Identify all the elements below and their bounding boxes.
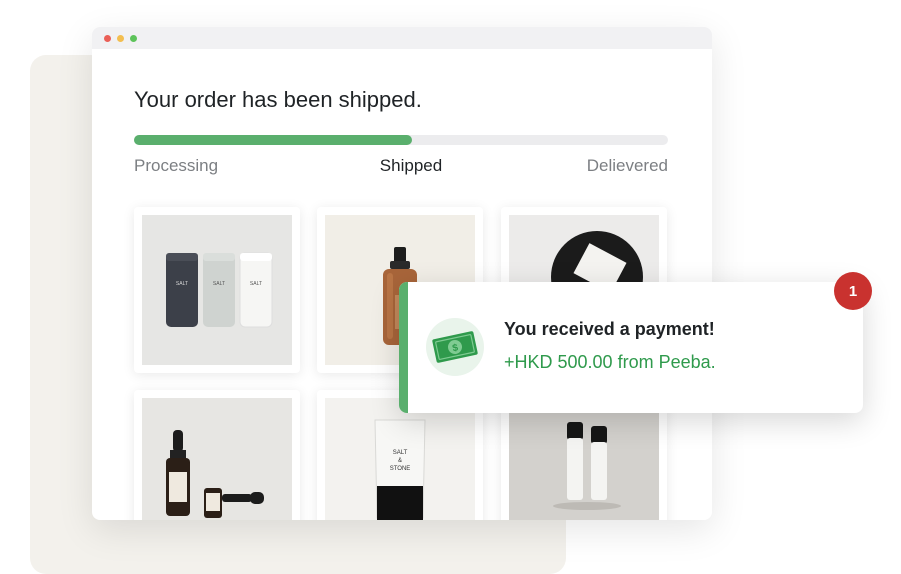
shipping-progress-fill — [134, 135, 412, 145]
payment-notification[interactable]: $ You received a payment! +HKD 500.00 fr… — [399, 282, 863, 413]
notification-title: You received a payment! — [504, 319, 715, 339]
svg-text:SALT: SALT — [250, 281, 262, 287]
product-image-deodorant: SALT SALT SALT — [142, 215, 292, 365]
notification-count-badge: 1 — [834, 272, 872, 310]
step-shipped: Shipped — [379, 156, 443, 175]
step-delivered: Delievered — [586, 156, 668, 175]
svg-text:STONE: STONE — [390, 466, 411, 472]
product-tile-deodorant[interactable]: SALT SALT SALT — [134, 207, 300, 373]
svg-text:SALT: SALT — [393, 450, 408, 456]
step-processing: Processing — [134, 156, 219, 175]
svg-text:&: & — [398, 458, 402, 464]
browser-window: Your order has been shipped. Processing … — [92, 27, 712, 520]
money-icon: $ — [426, 318, 484, 376]
svg-text:SALT: SALT — [176, 281, 188, 287]
shipping-progress-bar — [134, 135, 668, 145]
notification-amount: +HKD 500.00 from Peeba. — [504, 352, 716, 372]
order-status-title: Your order has been shipped. — [134, 87, 422, 112]
minimize-window-dot[interactable] — [117, 34, 124, 42]
svg-text:SALT: SALT — [213, 281, 225, 287]
product-image-sunscreen: SALT & STONE — [325, 398, 475, 520]
notification-accent-bar — [399, 282, 408, 413]
maximize-window-dot[interactable] — [130, 34, 137, 42]
product-image-oil — [142, 398, 292, 520]
close-window-dot[interactable] — [104, 34, 111, 42]
product-tile-oil[interactable] — [134, 390, 300, 520]
window-titlebar — [92, 27, 712, 49]
product-image-lipbalm — [509, 398, 659, 520]
